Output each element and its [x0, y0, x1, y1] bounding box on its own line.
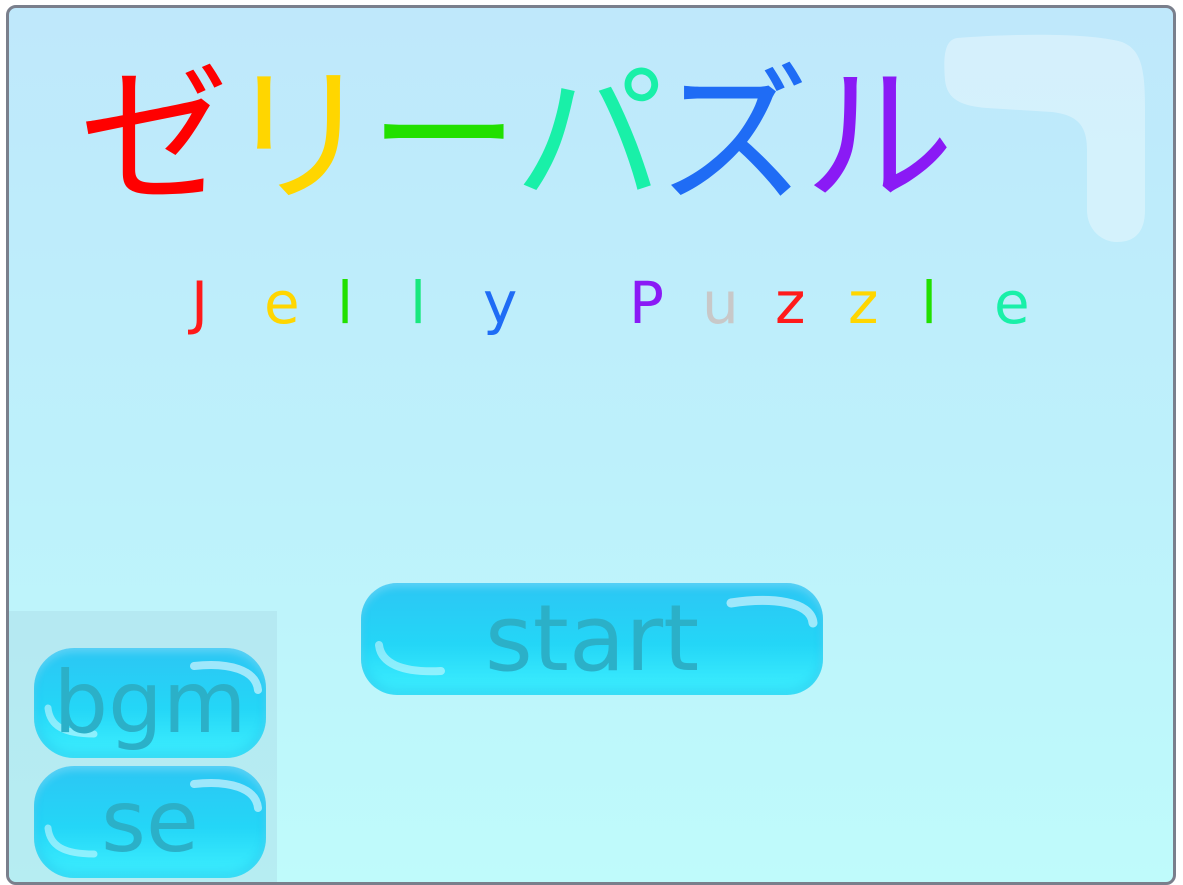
title-jp-letter: パ [514, 51, 665, 225]
title-english: Jelly Puzzle [191, 263, 1067, 343]
title-en-letter: l [410, 269, 427, 337]
title-en-letter [556, 263, 629, 343]
se-toggle-button[interactable]: se [34, 766, 266, 878]
start-button-label: start [484, 585, 700, 692]
title-jp-letter: ー [369, 51, 520, 225]
title-jp-letter: リ [224, 51, 375, 225]
bgm-toggle-button[interactable]: bgm [34, 648, 266, 758]
title-en-letter: l [337, 269, 354, 337]
bgm-button-label: bgm [53, 653, 247, 753]
title-en-letter: z [848, 269, 879, 337]
title-jp-letter: ゼ [79, 51, 230, 225]
title-en-letter: z [775, 269, 806, 337]
se-button-label: se [101, 772, 199, 872]
game-screen: ゼリーパズル Jelly Puzzle start bgm se [6, 5, 1176, 885]
title-jp-letter: ズ [659, 51, 810, 225]
title-en-letter: J [191, 269, 209, 337]
title-japanese: ゼリーパズル [79, 48, 955, 228]
start-button[interactable]: start [361, 583, 823, 695]
gloss-highlight-decoration [944, 34, 1145, 242]
title-en-letter: e [264, 269, 300, 337]
title-en-letter: y [483, 269, 518, 337]
title-jp-letter: ル [804, 51, 955, 225]
title-en-letter: P [629, 269, 664, 337]
title-en-letter: u [702, 269, 739, 337]
title-en-letter: e [994, 269, 1030, 337]
title-en-letter: l [921, 269, 938, 337]
